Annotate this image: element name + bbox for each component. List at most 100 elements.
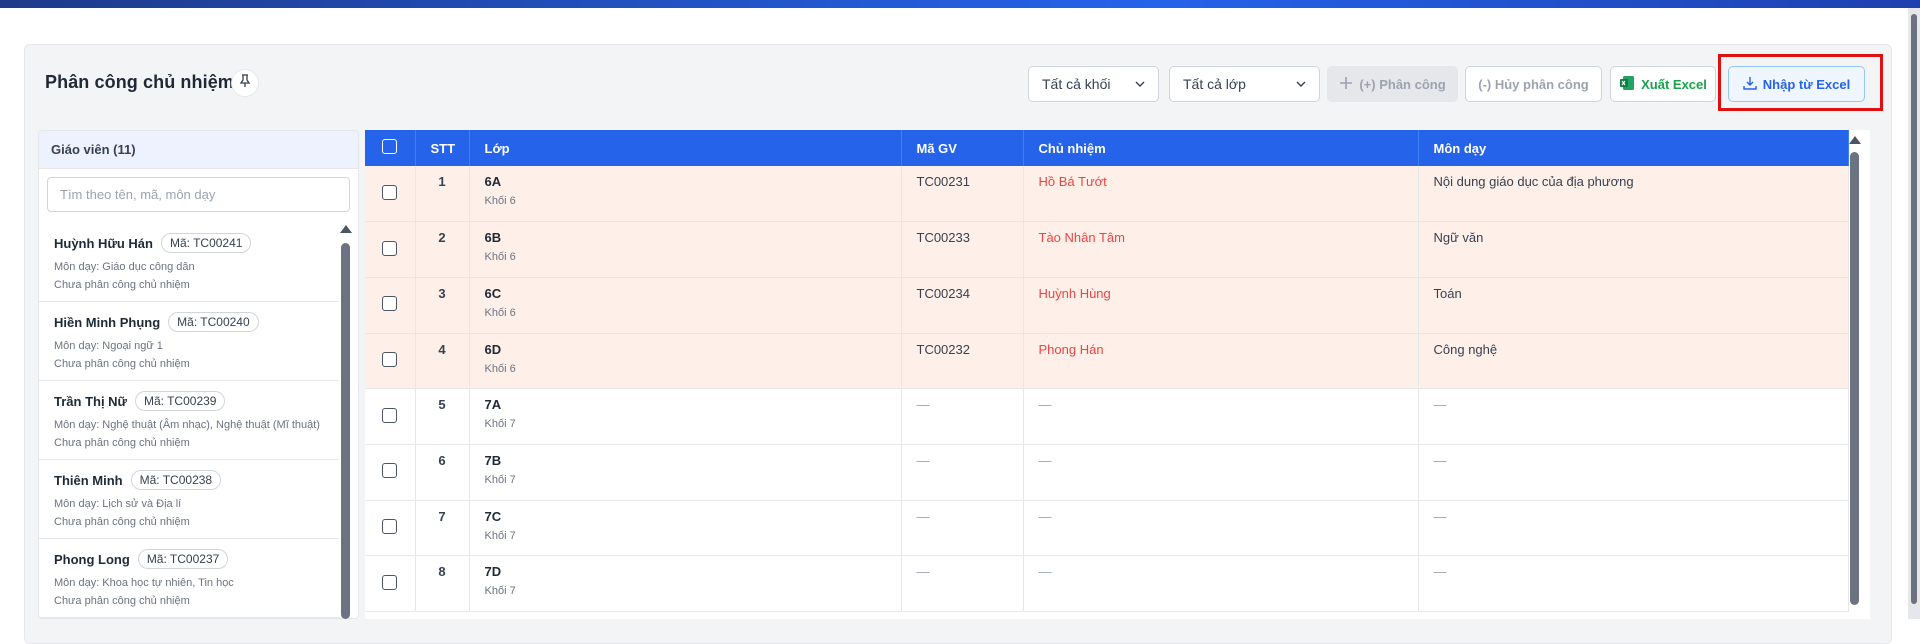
teacher-code-badge: Mã: TC00238: [130, 470, 222, 490]
col-header-homeroom[interactable]: Chủ nhiệm: [1023, 130, 1419, 166]
row-checkbox[interactable]: [382, 574, 398, 590]
row-select-cell: [365, 555, 416, 612]
page-scrollbar[interactable]: [1911, 14, 1917, 604]
class-grade: Khối 6: [484, 195, 516, 207]
table-row[interactable]: 7 7C Khối 7— — —: [365, 500, 1849, 557]
row-checkbox[interactable]: [382, 518, 398, 534]
excel-icon: [1619, 75, 1635, 94]
teacher-list: Huỳnh Hữu Hán Mã: TC00241 Môn dạy: Giáo dụ…: [39, 223, 339, 618]
table-row[interactable]: 6 7B Khối 7— — —: [365, 444, 1849, 501]
teacher-name: Phong Long: [54, 551, 130, 567]
assign-button[interactable]: (+) Phân công: [1327, 66, 1458, 102]
row-select-cell: [365, 388, 416, 445]
class-grade: Khối 7: [484, 529, 516, 542]
cell-subject: Nội dung giáo dục của địa phương: [1418, 166, 1849, 223]
class-table-container: STT Lớp Mã GV Chủ nhiệm Môn dạy 1 6A Khối …: [365, 130, 1870, 619]
teacher-status: Chưa phân công chủ nhiệm: [54, 516, 190, 528]
pin-button[interactable]: [231, 69, 259, 97]
cell-stt: 1: [415, 166, 470, 223]
col-header-class[interactable]: Lớp: [469, 130, 902, 166]
class-name: 7A: [484, 397, 502, 413]
plus-icon: [1339, 76, 1353, 93]
teacher-search-input[interactable]: [47, 177, 350, 212]
grade-select[interactable]: Tất cả khối: [1028, 66, 1159, 102]
class-select[interactable]: Tất cả lớp: [1169, 66, 1320, 102]
cell-teacher-code: TC00231: [901, 166, 1024, 223]
cell-class: 7C Khối 7: [469, 500, 902, 557]
cell-subject: —: [1418, 444, 1849, 501]
row-select-cell: [365, 500, 416, 557]
table-row[interactable]: 4 6D Khối 6 TC00232 Phong Hán Công nghệ: [365, 333, 1849, 390]
class-grade: Khối 7: [484, 473, 516, 486]
unassign-button-label: (-) Hủy phân công: [1478, 76, 1589, 92]
col-header-stt[interactable]: STT: [415, 130, 470, 166]
class-table: STT Lớp Mã GV Chủ nhiệm Môn dạy 1 6A Khối …: [365, 130, 1849, 612]
col-header-subject[interactable]: Môn dạy: [1418, 130, 1849, 166]
page-title: Phân công chủ nhiệm: [45, 72, 234, 92]
cell-subject: Công nghệ: [1418, 333, 1849, 390]
table-scrollbar[interactable]: [1850, 152, 1859, 605]
table-row[interactable]: 8 7D Khối 7— — —: [365, 555, 1849, 612]
teacher-item[interactable]: Thiên Minh Mã: TC00238 Môn dạy: Lịch sử và…: [39, 460, 339, 539]
cell-stt: 5: [415, 388, 470, 445]
col-header-teacher-code[interactable]: Mã GV: [901, 130, 1024, 166]
teacher-status: Chưa phân công chủ nhiệm: [54, 437, 190, 449]
row-select-cell: [365, 166, 416, 223]
row-checkbox[interactable]: [382, 407, 398, 423]
export-excel-button[interactable]: Xuất Excel: [1610, 66, 1716, 102]
cell-homeroom: —: [1023, 500, 1419, 557]
grade-select-value: Tất cả khối: [1042, 76, 1111, 92]
teacher-code-badge: Mã: TC00241: [160, 233, 252, 253]
cell-homeroom: Huỳnh Hùng: [1023, 277, 1419, 334]
class-grade: Khối 6: [484, 306, 516, 319]
teacher-code-badge: Mã: TC00237: [137, 549, 229, 569]
cell-teacher-code: —: [901, 500, 1024, 557]
class-grade: Khối 7: [484, 585, 516, 598]
teacher-item[interactable]: Hiền Minh Phụng Mã: TC00240 Môn dạy: Ngoại…: [39, 302, 339, 381]
cell-stt: 6: [415, 444, 470, 501]
teacher-panel: Giáo viên (11) Huỳnh Hữu Hán Mã: TC00241 M…: [38, 130, 359, 619]
scroll-up-icon[interactable]: [340, 225, 352, 233]
cell-stt: 2: [415, 221, 470, 278]
select-all-checkbox[interactable]: [382, 139, 398, 154]
teacher-name: Huỳnh Hữu Hán: [54, 235, 153, 251]
chevron-down-icon: [1295, 77, 1307, 93]
class-name: 6B: [484, 230, 502, 246]
row-checkbox[interactable]: [382, 184, 398, 200]
teacher-item[interactable]: Phong Long Mã: TC00237 Môn dạy: Khoa học t…: [39, 539, 339, 618]
table-row[interactable]: 1 6A Khối 6 TC00231 Hồ Bá Tướt Nội dung giáo …: [365, 166, 1849, 223]
table-row[interactable]: 2 6B Khối 6 TC00233 Tào Nhân Tâm Ngữ văn: [365, 221, 1849, 278]
scroll-up-icon[interactable]: [1849, 136, 1861, 144]
row-checkbox[interactable]: [382, 351, 398, 367]
row-select-cell: [365, 221, 416, 278]
row-checkbox[interactable]: [382, 240, 398, 256]
teacher-name: Thiên Minh: [54, 472, 123, 488]
cell-homeroom: —: [1023, 444, 1419, 501]
row-checkbox[interactable]: [382, 296, 398, 312]
pin-icon: [239, 73, 251, 93]
table-row[interactable]: 3 6C Khối 6 TC00234 Huỳnh Hùng Toán: [365, 277, 1849, 334]
cell-homeroom: —: [1023, 555, 1419, 612]
cell-teacher-code: TC00234: [901, 277, 1024, 334]
teacher-status: Chưa phân công chủ nhiệm: [54, 279, 190, 291]
teacher-list-scrollbar[interactable]: [341, 243, 350, 619]
unassign-button[interactable]: (-) Hủy phân công: [1465, 66, 1602, 102]
teacher-subject: Môn dạy: Giáo dục công dân: [54, 261, 195, 273]
select-all-cell: [365, 130, 416, 166]
teacher-subject: Môn dạy: Ngoại ngữ 1: [54, 340, 163, 352]
cell-homeroom: Phong Hán: [1023, 333, 1419, 390]
row-checkbox[interactable]: [382, 463, 398, 479]
teacher-item[interactable]: Huỳnh Hữu Hán Mã: TC00241 Môn dạy: Giáo dụ…: [39, 223, 339, 302]
teacher-name-row: Hiền Minh Phụng Mã: TC00240: [54, 312, 325, 332]
teacher-status: Chưa phân công chủ nhiệm: [54, 358, 190, 370]
teacher-item[interactable]: Trần Thị Nữ Mã: TC00239 Môn dạy: Nghệ thuậ…: [39, 381, 339, 460]
table-row[interactable]: 5 7A Khối 7— — —: [365, 388, 1849, 445]
row-select-cell: [365, 277, 416, 334]
class-grade: Khối 6: [484, 251, 516, 264]
cell-homeroom: Tào Nhân Tâm: [1023, 221, 1419, 278]
cell-subject: —: [1418, 555, 1849, 612]
class-name: 6D: [484, 341, 502, 357]
teacher-name-row: Thiên Minh Mã: TC00238: [54, 470, 325, 490]
teacher-status: Chưa phân công chủ nhiệm: [54, 595, 190, 607]
cell-class: 6C Khối 6: [469, 277, 902, 334]
